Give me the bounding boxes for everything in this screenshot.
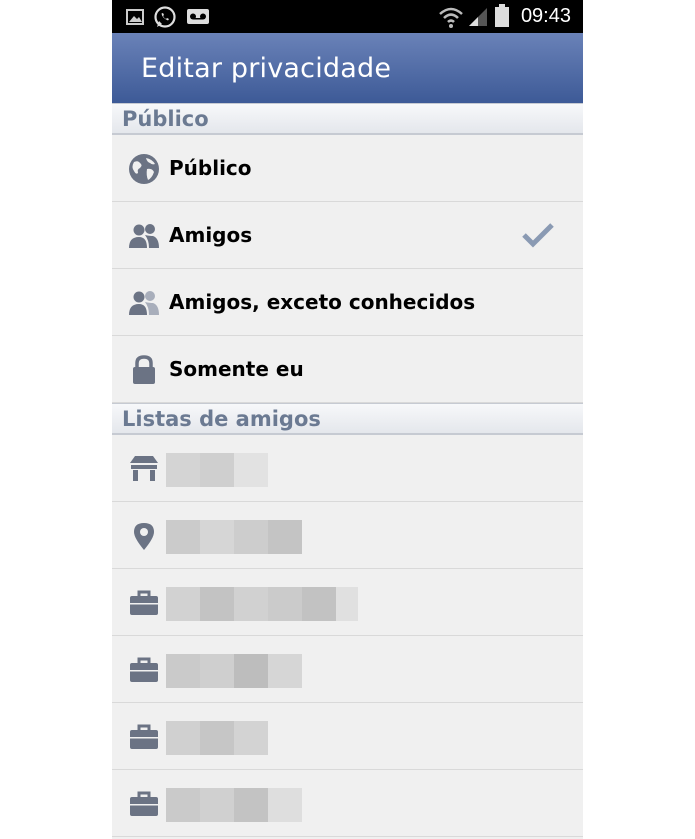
- privacy-option-friends[interactable]: Amigos: [112, 202, 583, 269]
- friend-list-item[interactable]: [112, 502, 583, 569]
- section-header-public: Público: [112, 103, 583, 135]
- blurred-list-name: [166, 654, 302, 688]
- privacy-option-public[interactable]: Público: [112, 135, 583, 202]
- checkmark-icon: [522, 223, 554, 248]
- privacy-option-only-me[interactable]: Somente eu: [112, 336, 583, 403]
- status-bar: 09:43: [112, 0, 583, 33]
- image-icon: [126, 9, 144, 25]
- voicemail-icon: [187, 9, 209, 24]
- friend-list-item[interactable]: [112, 569, 583, 636]
- section-label: Público: [122, 107, 209, 131]
- friend-list-item[interactable]: [112, 770, 583, 837]
- option-label: Amigos, exceto conhecidos: [169, 290, 476, 314]
- briefcase-icon: [130, 590, 158, 615]
- battery-icon: [495, 4, 509, 27]
- blurred-list-name: [166, 721, 268, 755]
- friends-icon: [129, 224, 159, 248]
- friends-except-icon: [129, 291, 159, 315]
- blurred-list-name: [166, 520, 302, 554]
- phone-screen: 09:43 Editar privacidade Público Público…: [112, 0, 583, 839]
- app-header: Editar privacidade: [112, 33, 583, 103]
- wifi-icon: [439, 7, 463, 28]
- friend-list-item[interactable]: [112, 636, 583, 703]
- friend-list-item[interactable]: [112, 435, 583, 502]
- whatsapp-icon: [154, 6, 176, 28]
- location-pin-icon: [134, 523, 154, 550]
- option-label: Somente eu: [169, 357, 304, 381]
- section-label: Listas de amigos: [122, 407, 321, 431]
- briefcase-icon: [130, 791, 158, 816]
- option-label: Público: [169, 156, 252, 180]
- clock: 09:43: [520, 5, 571, 27]
- briefcase-icon: [130, 724, 158, 749]
- school-icon: [130, 456, 158, 481]
- privacy-option-friends-except[interactable]: Amigos, exceto conhecidos: [112, 269, 583, 336]
- globe-icon: [129, 154, 159, 184]
- blurred-list-name: [166, 587, 358, 621]
- friend-list-item[interactable]: [112, 703, 583, 770]
- lock-icon: [133, 355, 155, 384]
- blurred-list-name: [166, 453, 268, 487]
- option-label: Amigos: [169, 223, 253, 247]
- briefcase-icon: [130, 657, 158, 682]
- section-header-friend-lists: Listas de amigos: [112, 403, 583, 435]
- signal-icon: [469, 8, 487, 26]
- blurred-list-name: [166, 788, 302, 822]
- page-title: Editar privacidade: [141, 53, 392, 84]
